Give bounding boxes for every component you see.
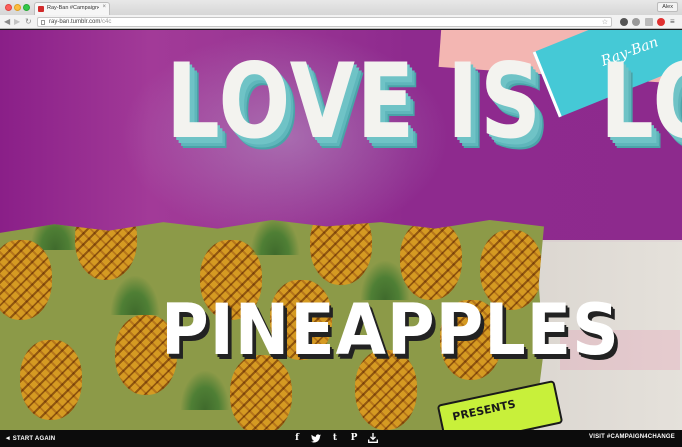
bookmark-star-icon[interactable]: ☆ (602, 18, 608, 26)
share-icons: f t P (291, 432, 379, 444)
twitter-icon[interactable] (310, 432, 322, 444)
pineapple-leaf (180, 370, 230, 410)
download-icon[interactable] (367, 432, 379, 444)
pineapple (20, 340, 82, 420)
facebook-icon[interactable]: f (291, 432, 303, 444)
pineapple (0, 240, 52, 320)
tumblr-icon[interactable]: t (329, 432, 341, 444)
extension-abp-icon[interactable] (657, 18, 665, 26)
url-text[interactable]: ray-ban.tumblr.com/c4c (49, 19, 111, 25)
url-host: ray-ban.tumblr.com (49, 19, 101, 25)
reload-button[interactable]: ↻ (25, 17, 32, 26)
tab-title: Ray-Ban #Campaign4Cha (47, 5, 99, 11)
pineapple-leaf (110, 275, 160, 315)
back-button[interactable]: ◀ (4, 17, 10, 26)
tab-close-icon[interactable]: × (102, 4, 106, 10)
headline-love-is: LOVE IS (166, 42, 543, 162)
window-close-button[interactable] (5, 4, 12, 11)
page-icon (41, 20, 45, 25)
address-bar[interactable]: ray-ban.tumblr.com/c4c ☆ (37, 17, 612, 27)
back-arrow-icon: ◂ (6, 435, 10, 442)
window-minimize-button[interactable] (14, 4, 21, 11)
headline-fragment-right: LO (600, 42, 682, 162)
pineapple-leaf (250, 220, 300, 255)
extension-gear-icon[interactable] (620, 18, 628, 26)
menu-icon[interactable]: ≡ (670, 17, 675, 26)
forward-button[interactable]: ▶ (14, 17, 20, 26)
pineapple (400, 220, 462, 300)
profile-button[interactable]: Alex (657, 2, 678, 12)
browser-tab[interactable]: Ray-Ban #Campaign4Cha × (34, 2, 110, 15)
visit-campaign-link[interactable]: VISIT #CAMPAIGN4CHANGE (589, 434, 675, 440)
start-again-button[interactable]: ◂ START AGAIN (6, 434, 55, 442)
start-again-label: START AGAIN (12, 436, 56, 442)
browser-toolbar: ◀ ▶ ↻ ray-ban.tumblr.com/c4c ☆ ≡ (0, 15, 682, 29)
page-viewport[interactable]: Ray-Ban IS LOVE IS LO PINEAPPLES PRESENT… (0, 30, 682, 430)
window-maximize-button[interactable] (23, 4, 30, 11)
pineapples-title: PINEAPPLES (161, 289, 620, 371)
extension-cloud-icon[interactable] (645, 18, 653, 26)
browser-tab-bar: Ray-Ban #Campaign4Cha × Alex (0, 0, 682, 15)
site-footer-bar: ◂ START AGAIN f t P VISIT #CAMPAIGN4CHANG… (0, 430, 682, 447)
url-path: /c4c (100, 19, 112, 25)
extension-shield-icon[interactable] (632, 18, 640, 26)
pinterest-icon[interactable]: P (348, 432, 360, 444)
rayban-favicon-icon (38, 6, 44, 12)
